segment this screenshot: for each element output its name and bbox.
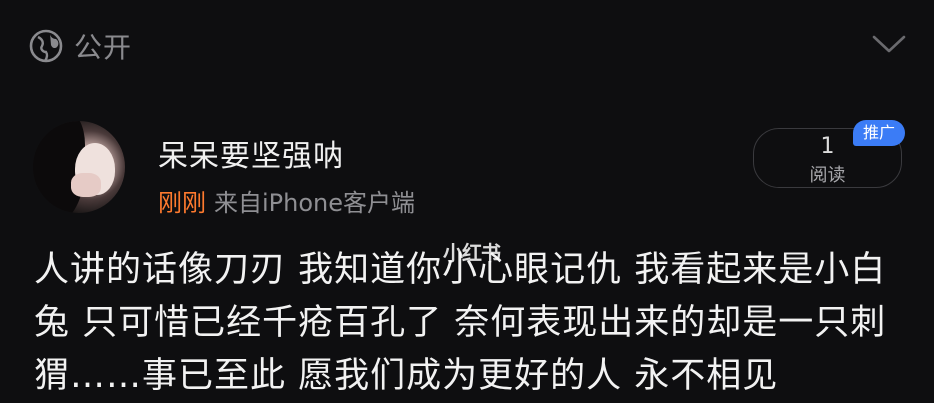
post-body-line: 兔 只可惜已经千疮百孔了 奈何表现出来的却是一只刺 <box>34 303 887 343</box>
post-meta: 刚刚 来自iPhone客户端 <box>158 183 415 218</box>
watermark: 小红书 <box>443 241 501 265</box>
top-bar: 公开 <box>0 0 934 92</box>
globe-icon <box>29 29 63 63</box>
read-label: 阅读 <box>809 165 846 186</box>
visibility-label[interactable]: 公开 <box>74 26 132 66</box>
username[interactable]: 呆呆要坚强呐 <box>158 131 344 175</box>
post-body: 人讲的话像刀刃 我知道你小心眼记仇 我看起来是小白 兔 只可惜已经千疮百孔了 奈… <box>34 244 924 403</box>
promote-badge[interactable]: 推广 <box>853 120 905 146</box>
post-time: 刚刚 <box>158 189 206 217</box>
chevron-down-icon[interactable] <box>872 34 906 54</box>
post-source: 来自iPhone客户端 <box>214 189 416 217</box>
post-body-line: 猬……事已至此 愿我们成为更好的人 永不相见 <box>34 356 779 396</box>
avatar[interactable] <box>33 121 125 213</box>
